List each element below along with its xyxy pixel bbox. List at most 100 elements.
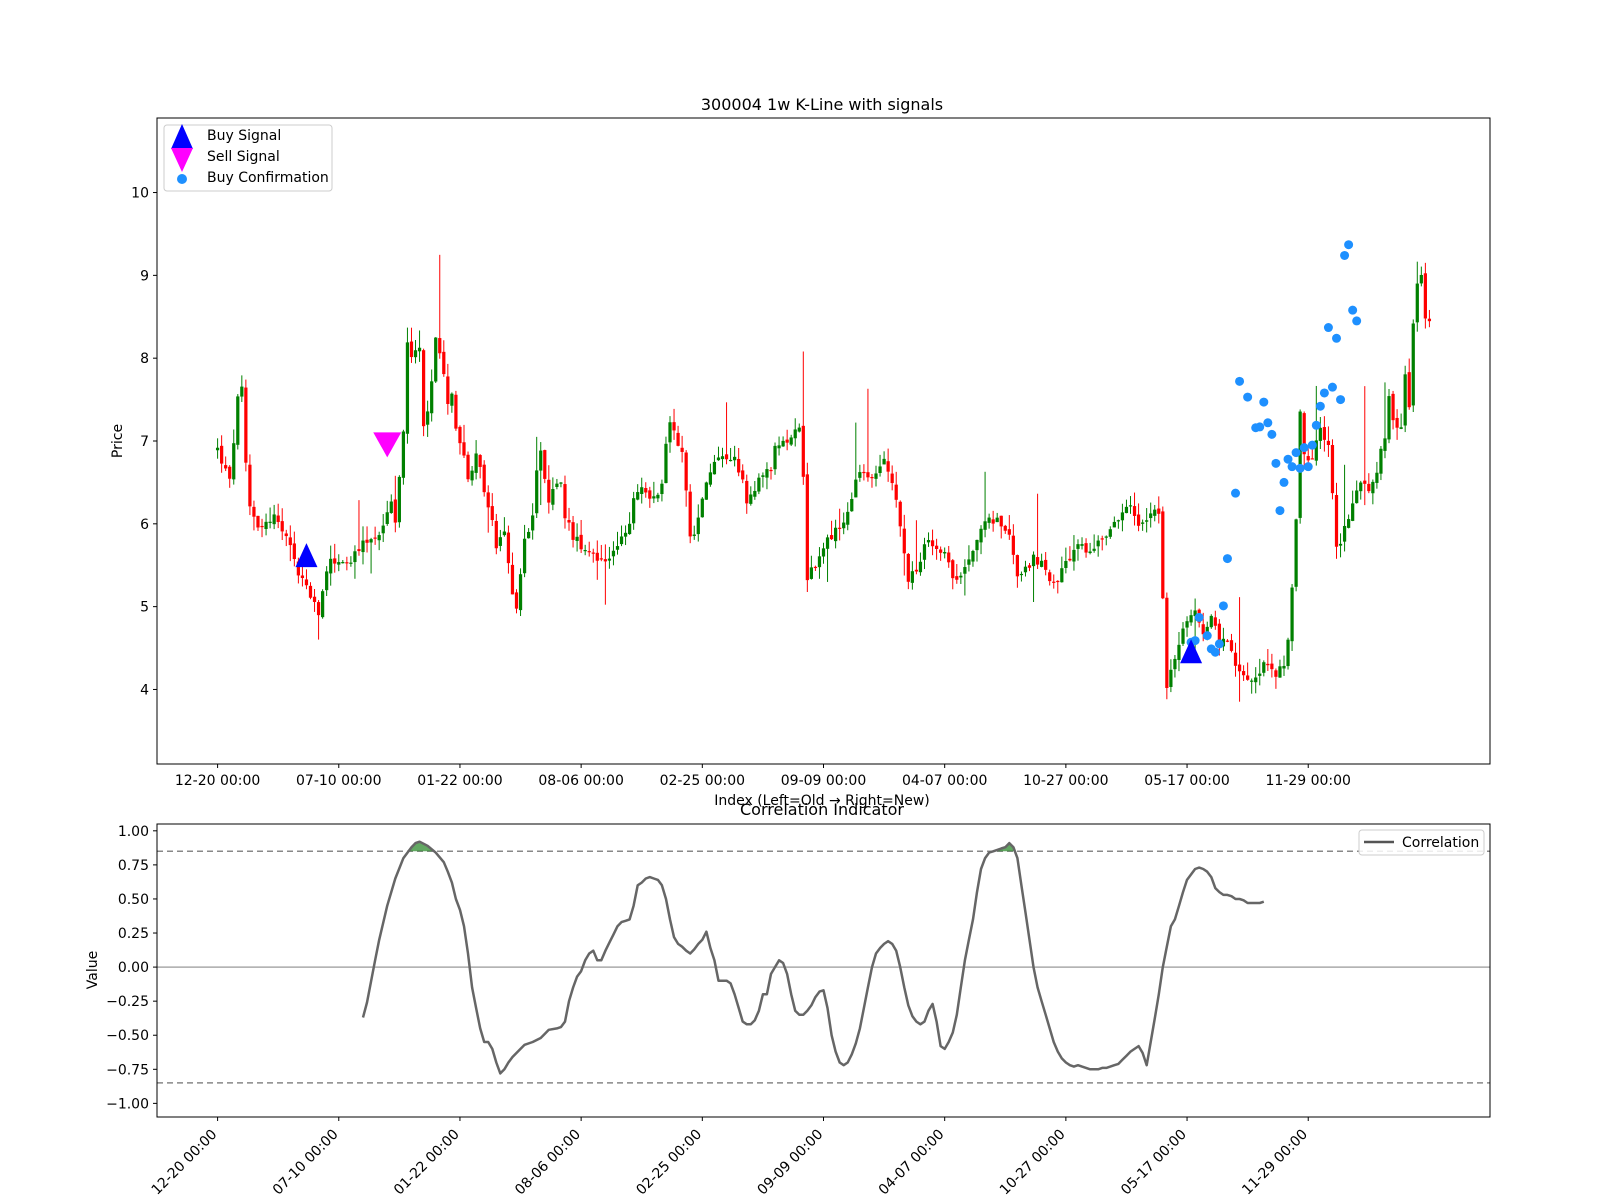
candle-body — [1427, 318, 1432, 322]
candle-body — [1149, 513, 1153, 519]
candle-body — [1092, 548, 1096, 551]
candle-body — [1225, 640, 1230, 642]
correlation-xtick-label: 01-22 00:00 — [391, 1127, 463, 1199]
candle-body — [316, 602, 321, 616]
candle-body — [615, 546, 620, 550]
correlation-reference-lines — [157, 850, 1490, 1084]
candle-body — [753, 490, 757, 497]
correlation-ytick-label: 1.00 — [118, 824, 149, 840]
candle-body — [220, 445, 224, 464]
candle-body — [1040, 560, 1044, 567]
candle-body — [838, 527, 842, 529]
candle-body — [228, 466, 232, 479]
candle-body — [632, 498, 636, 524]
candle-body — [345, 562, 349, 564]
candle-body — [1189, 615, 1193, 623]
buy-confirmation-point — [1315, 401, 1325, 411]
candle-body — [1367, 483, 1371, 492]
correlation-ytick-label: −0.25 — [106, 994, 149, 1010]
correlation-ytick-label: −0.50 — [106, 1028, 149, 1044]
buy-confirmation-point — [1255, 422, 1265, 432]
buy-confirmation-legend-label: Buy Confirmation — [207, 170, 329, 186]
kline-xtick-label: 02-25 00:00 — [660, 773, 745, 789]
candle-body — [773, 445, 777, 470]
candle-body — [898, 501, 902, 527]
kline-ytick-label: 4 — [140, 682, 149, 698]
candlesticks — [215, 254, 1432, 702]
candle-body — [1415, 283, 1419, 323]
candle-body — [591, 552, 595, 554]
candle-body — [1262, 662, 1266, 673]
kline-y-axis: 4 5 6 7 8 9 10 — [131, 186, 157, 698]
kline-xtick-label: 05-17 00:00 — [1144, 773, 1229, 789]
candle-body — [894, 484, 898, 500]
candle-body — [531, 515, 535, 531]
buy-confirmation-point — [1235, 376, 1245, 386]
correlation-ytick-label: −1.00 — [106, 1096, 149, 1112]
buy-confirmation-point — [1222, 554, 1232, 564]
candle-body — [1064, 560, 1068, 568]
candle-body — [1161, 511, 1165, 599]
candle-body — [1334, 495, 1339, 547]
candle-body — [858, 472, 862, 478]
candle-body — [870, 477, 874, 479]
candle-body — [1096, 540, 1100, 547]
candle-body — [1395, 417, 1399, 428]
candle-body — [688, 491, 692, 537]
candle-body — [1347, 519, 1351, 528]
candle-body — [1233, 652, 1238, 666]
candle-body — [1270, 663, 1274, 670]
candle-body — [252, 506, 256, 517]
candle-body — [337, 562, 341, 565]
candle-body — [1011, 535, 1015, 555]
correlation-xtick-label: 10-27 00:00 — [997, 1127, 1069, 1199]
candle-body — [268, 521, 272, 523]
candle-body — [1157, 508, 1161, 514]
candle-body — [979, 528, 983, 543]
candle-body — [527, 531, 531, 539]
candle-body — [684, 452, 688, 491]
candle-body — [373, 537, 377, 539]
correlation-ytick-label: −0.75 — [106, 1062, 149, 1078]
candle-body — [353, 551, 357, 563]
candle-body — [1019, 573, 1024, 576]
correlation-y-axis: −1.00 −0.75 −0.50 −0.25 0.00 0.25 0.50 0.75 1.00 — [106, 824, 157, 1112]
buy-confirmation-point — [1243, 392, 1253, 402]
candle-body — [963, 567, 967, 574]
candle-body — [466, 454, 470, 480]
candle-body — [357, 549, 361, 552]
candle-body — [514, 592, 519, 609]
candle-body — [288, 537, 292, 546]
candle-body — [329, 558, 333, 574]
candle-body — [623, 532, 628, 537]
correlation-title: Correlation Indicator — [740, 800, 904, 819]
buy-confirmation-point — [1210, 647, 1220, 657]
correlation-xtick-label: 12-20 00:00 — [149, 1127, 221, 1199]
candle-body — [619, 536, 624, 545]
candle-body — [280, 521, 284, 532]
candle-body — [765, 469, 769, 478]
candle-body — [421, 350, 426, 427]
candle-body — [486, 492, 490, 508]
candle-body — [397, 476, 401, 523]
buy-confirmation-point — [1303, 462, 1313, 472]
candle-body — [761, 475, 765, 477]
candle-body — [918, 561, 923, 573]
candle-body — [1031, 554, 1036, 567]
candle-body — [454, 394, 458, 429]
kline-ytick-label: 10 — [131, 186, 149, 202]
candle-body — [862, 471, 866, 474]
candle-body — [365, 539, 369, 543]
candle-body — [1419, 274, 1423, 284]
candle-body — [1294, 519, 1298, 587]
candle-body — [442, 351, 446, 375]
candle-body — [377, 535, 381, 541]
candle-body — [777, 445, 781, 449]
candle-body — [801, 425, 805, 477]
candle-body — [842, 522, 846, 529]
candle-body — [1027, 565, 1032, 568]
buy-confirmation-legend-icon — [177, 174, 187, 184]
candle-body — [1181, 628, 1185, 644]
buy-confirmation-point — [1291, 448, 1301, 458]
buy-confirmation-point — [1279, 477, 1289, 487]
